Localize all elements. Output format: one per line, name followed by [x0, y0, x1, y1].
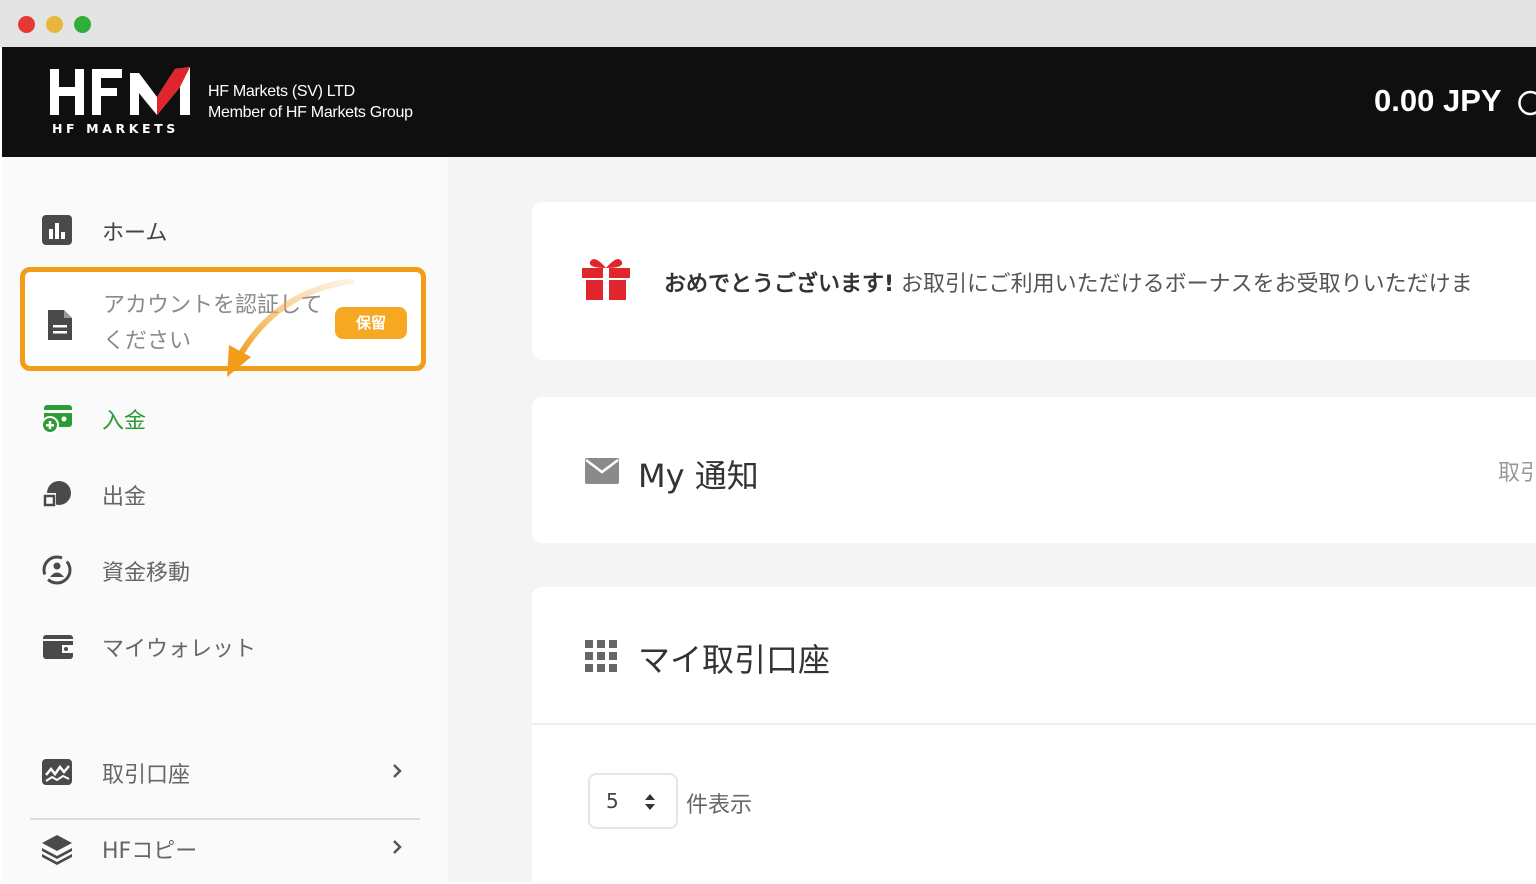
- transfer-icon: [42, 555, 72, 585]
- grid-icon: [585, 640, 617, 672]
- sidebar-item-label: ホーム: [102, 221, 168, 246]
- withdraw-icon: [42, 481, 71, 507]
- sidebar-item-my-wallet[interactable]: マイウォレット: [2, 617, 448, 673]
- minimize-window-button[interactable]: [46, 16, 63, 33]
- notifications-title: My 通知: [638, 457, 759, 495]
- sidebar-item-label: HFコピー: [102, 839, 198, 864]
- mail-icon: [585, 458, 619, 484]
- wallet-plus-icon: [41, 405, 72, 434]
- sidebar-item-withdraw[interactable]: 出金: [2, 465, 448, 521]
- trading-accounts-card: マイ取引口座 5 件表示: [532, 587, 1536, 882]
- sidebar-item-home[interactable]: ホーム: [2, 201, 448, 257]
- sidebar: ホーム アカウントを認証してください 保留 入金 出金 資金移動 マイウォレット…: [2, 157, 448, 882]
- app-window: HF MARKETS HF Markets (SV) LTD Member of…: [2, 47, 1536, 882]
- bonus-message-bold: おめでとうございます!: [664, 272, 895, 297]
- sidebar-item-hf-copy[interactable]: HFコピー: [2, 819, 448, 875]
- page-size-value: 5: [606, 789, 619, 813]
- sidebar-item-label: 取引口座: [102, 763, 191, 788]
- company-group: Member of HF Markets Group: [208, 104, 413, 121]
- close-window-button[interactable]: [18, 16, 35, 33]
- layers-icon: [42, 835, 72, 865]
- sort-arrows-icon: [645, 794, 655, 810]
- sidebar-item-label: 入金: [102, 409, 147, 434]
- sidebar-item-label: マイウォレット: [102, 637, 257, 662]
- bonus-message: おめでとうございます! お取引にご利用いただけるボーナスをお受取りいただけま: [664, 266, 1473, 298]
- company-name: HF Markets (SV) LTD: [208, 83, 355, 100]
- chevron-right-icon: [393, 840, 402, 854]
- bonus-message-text: お取引にご利用いただけるボーナスをお受取りいただけま: [894, 272, 1473, 297]
- logo-subtitle: HF MARKETS: [52, 121, 179, 136]
- maximize-window-button[interactable]: [74, 16, 91, 33]
- gift-icon: [582, 259, 630, 300]
- trading-accounts-title: マイ取引口座: [638, 641, 831, 679]
- page-size-select[interactable]: 5: [588, 773, 678, 829]
- notifications-link[interactable]: 取引: [1498, 455, 1536, 487]
- sidebar-item-transfer[interactable]: 資金移動: [2, 541, 448, 597]
- sidebar-item-deposit[interactable]: 入金: [2, 389, 448, 445]
- sidebar-item-verify-account[interactable]: アカウントを認証してください 保留: [20, 267, 426, 371]
- page-size-label: 件表示: [686, 793, 753, 818]
- sidebar-item-label: 出金: [102, 485, 147, 510]
- chevron-right-icon: [393, 764, 402, 778]
- account-balance: 0.00 JPY: [1374, 83, 1502, 118]
- bonus-banner: おめでとうございます! お取引にご利用いただけるボーナスをお受取りいただけま: [532, 202, 1536, 360]
- trading-chart-icon: [42, 759, 72, 785]
- card-divider: [532, 723, 1536, 725]
- sidebar-item-trading-accounts[interactable]: 取引口座: [2, 743, 448, 799]
- wallet-icon: [43, 635, 73, 659]
- browser-chrome: [0, 0, 1536, 47]
- sidebar-item-label: アカウントを認証してください: [103, 293, 323, 354]
- sidebar-item-label: 資金移動: [102, 561, 191, 586]
- company-info: HF Markets (SV) LTD Member of HF Markets…: [208, 81, 413, 123]
- refresh-icon[interactable]: [1518, 87, 1536, 117]
- top-header: HF MARKETS HF Markets (SV) LTD Member of…: [2, 47, 1536, 157]
- notifications-card: My 通知 取引: [532, 397, 1536, 543]
- chart-bar-icon: [42, 215, 72, 245]
- status-badge: 保留: [335, 307, 407, 339]
- document-icon: [48, 310, 72, 340]
